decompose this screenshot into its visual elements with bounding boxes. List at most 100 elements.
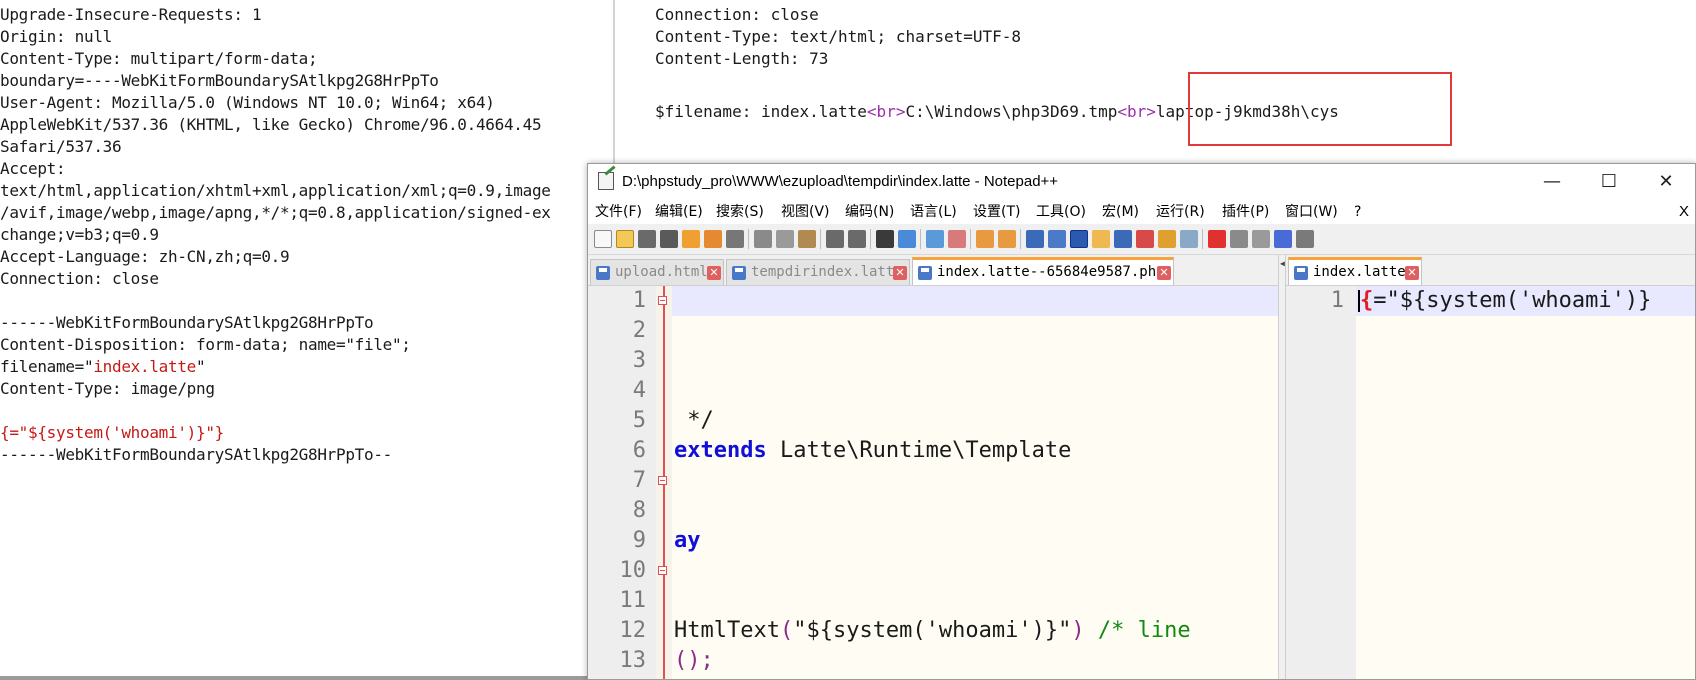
save-macro-icon[interactable] (1296, 230, 1314, 248)
word-wrap-icon[interactable] (1026, 230, 1044, 248)
menu-macro[interactable]: 宏(M) (1102, 200, 1139, 224)
toolbar-separator (970, 229, 971, 249)
menu-encoding[interactable]: 编码(N) (845, 200, 894, 224)
request-line: /avif,image/webp,image/apng,*/*;q=0.8,ap… (0, 203, 551, 222)
menu-view[interactable]: 视图(V) (781, 200, 830, 224)
replace-icon[interactable] (898, 230, 916, 248)
minimize-button[interactable]: — (1524, 164, 1580, 200)
close-all-icon[interactable] (704, 230, 722, 248)
tab-label: upload.html (615, 264, 708, 280)
toolbar-separator (1202, 229, 1203, 249)
response-body-path: C:\Windows\php3D69.tmp (905, 102, 1118, 121)
response-line: Content-Length: 73 (655, 49, 829, 68)
editor-right[interactable]: 1 {="${system('whoami')} (1286, 286, 1695, 679)
code-text: Latte\Runtime\Template (766, 438, 1072, 463)
menu-help[interactable]: ? (1354, 200, 1361, 224)
paste-icon[interactable] (798, 230, 816, 248)
fold-toggle-icon[interactable] (658, 566, 667, 575)
undo-icon[interactable] (826, 230, 844, 248)
tab-index-latte-php[interactable]: index.latte--65684e9587.php ✕ (912, 257, 1174, 285)
zoom-in-icon[interactable] (926, 230, 944, 248)
sync-vertical-icon[interactable] (976, 230, 994, 248)
request-line: Origin: null (0, 27, 112, 46)
tab-tempdirindex-latte[interactable]: tempdirindex.latte ✕ (726, 259, 910, 285)
line-number: 6 (632, 438, 646, 463)
user-language-icon[interactable] (1092, 230, 1110, 248)
menu-run[interactable]: 运行(R) (1156, 200, 1205, 224)
zoom-out-icon[interactable] (948, 230, 966, 248)
close-button[interactable]: ✕ (1638, 164, 1694, 200)
response-line: Content-Type: text/html; charset=UTF-8 (655, 27, 1022, 46)
run-macro-multiple-icon[interactable] (1274, 230, 1292, 248)
indent-guide-icon[interactable] (1070, 230, 1088, 248)
folder-as-workspace-icon[interactable] (1158, 230, 1176, 248)
line-number: 1 (632, 288, 646, 313)
request-line: User-Agent: Mozilla/5.0 (Windows NT 10.0… (0, 93, 495, 112)
play-macro-icon[interactable] (1252, 230, 1270, 248)
save-icon[interactable] (638, 230, 656, 248)
view-splitter[interactable]: ◀ (1278, 255, 1286, 679)
menu-file[interactable]: 文件(F) (595, 200, 642, 224)
line-number: 4 (632, 378, 646, 403)
tab-close-icon[interactable]: ✕ (1405, 266, 1419, 280)
menu-tools[interactable]: 工具(O) (1036, 200, 1086, 224)
saved-file-icon (596, 266, 610, 280)
toolbar-separator (1020, 229, 1021, 249)
tab-close-icon[interactable]: ✕ (1157, 266, 1171, 280)
code-comment: /* line (1084, 618, 1191, 643)
cut-icon[interactable] (754, 230, 772, 248)
code-text: ="${system('whoami')} (1373, 288, 1652, 313)
menu-search[interactable]: 搜索(S) (716, 200, 764, 224)
notepad-app-icon (598, 172, 614, 190)
redo-icon[interactable] (848, 230, 866, 248)
line-number: 10 (619, 558, 647, 583)
save-all-icon[interactable] (660, 230, 678, 248)
tab-close-icon[interactable]: ✕ (707, 266, 721, 280)
show-all-characters-icon[interactable] (1048, 230, 1066, 248)
line-number: 9 (632, 528, 646, 553)
code-paren: ) (1071, 618, 1085, 643)
title-bar[interactable]: D:\phpstudy_pro\WWW\ezupload\tempdir\ind… (588, 164, 1695, 200)
tab-bar-left: upload.html ✕ tempdirindex.latte ✕ index… (588, 255, 1278, 286)
code-line: HtmlText("${system('whoami')}") /* line (674, 616, 1191, 646)
print-icon[interactable] (726, 230, 744, 248)
menu-window[interactable]: 窗口(W) (1285, 200, 1338, 224)
open-file-icon[interactable] (616, 230, 634, 248)
menu-plugins[interactable]: 插件(P) (1222, 200, 1269, 224)
code-line: (); (674, 648, 714, 673)
record-macro-icon[interactable] (1208, 230, 1226, 248)
tab-label: tempdirindex.latte (751, 264, 903, 280)
request-line: Safari/537.36 (0, 137, 122, 156)
find-icon[interactable] (876, 230, 894, 248)
request-line: Upgrade-Insecure-Requests: 1 (0, 5, 262, 24)
line-number: 13 (619, 648, 647, 673)
line-number: 2 (632, 318, 646, 343)
horizontal-scrollbar[interactable] (0, 676, 614, 680)
stop-macro-icon[interactable] (1230, 230, 1248, 248)
close-file-icon[interactable] (682, 230, 700, 248)
maximize-button[interactable]: ☐ (1581, 164, 1637, 200)
line-number: 1 (1330, 288, 1344, 313)
tab-close-icon[interactable]: ✕ (893, 266, 907, 280)
request-line: Content-Disposition: form-data; name="fi… (0, 335, 411, 354)
menu-edit[interactable]: 编辑(E) (655, 200, 703, 224)
document-map-icon[interactable] (1114, 230, 1132, 248)
fold-toggle-icon[interactable] (658, 296, 667, 305)
request-payload: {="${system('whoami')}"} (0, 423, 224, 442)
tab-index-latte[interactable]: index.latte ✕ (1288, 257, 1422, 285)
close-document-button[interactable]: X (1679, 200, 1689, 224)
fold-toggle-icon[interactable] (658, 476, 667, 485)
monitoring-icon[interactable] (1180, 230, 1198, 248)
menu-bar: 文件(F) 编辑(E) 搜索(S) 视图(V) 编码(N) 语言(L) 设置(T… (588, 200, 1695, 224)
copy-icon[interactable] (776, 230, 794, 248)
menu-settings[interactable]: 设置(T) (973, 200, 1020, 224)
menu-language[interactable]: 语言(L) (910, 200, 957, 224)
editor-left[interactable]: 1 2 3 4 5 6 7 8 9 10 11 12 13 */ extends… (588, 286, 1278, 679)
sync-horizontal-icon[interactable] (998, 230, 1016, 248)
filename-suffix: " (196, 357, 206, 376)
tab-upload-html[interactable]: upload.html ✕ (590, 259, 724, 285)
request-content-type: Content-Type: image/png (0, 379, 215, 398)
tab-label: index.latte (1313, 264, 1406, 280)
function-list-icon[interactable] (1136, 230, 1154, 248)
new-file-icon[interactable] (594, 230, 612, 248)
